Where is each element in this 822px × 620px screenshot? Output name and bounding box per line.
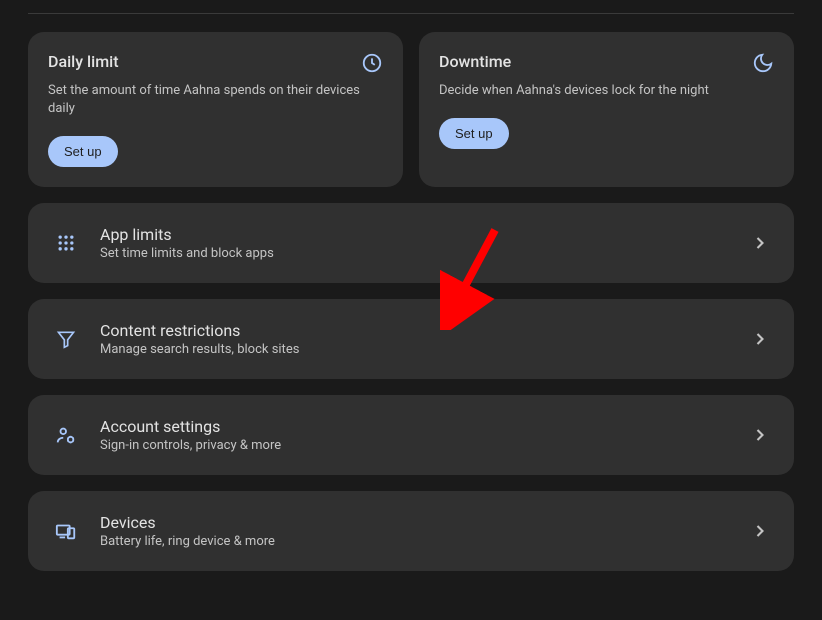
daily-limit-title: Daily limit bbox=[48, 52, 119, 71]
devices-title: Devices bbox=[100, 513, 730, 532]
content-restrictions-desc: Manage search results, block sites bbox=[100, 342, 730, 357]
account-settings-title: Account settings bbox=[100, 417, 730, 436]
app-limits-title: App limits bbox=[100, 225, 730, 244]
account-settings-row[interactable]: Account settings Sign-in controls, priva… bbox=[28, 395, 794, 475]
account-settings-desc: Sign-in controls, privacy & more bbox=[100, 438, 730, 453]
daily-limit-desc: Set the amount of time Aahna spends on t… bbox=[48, 82, 383, 118]
chevron-right-icon bbox=[750, 425, 770, 445]
downtime-title: Downtime bbox=[439, 52, 511, 71]
app-limits-row[interactable]: App limits Set time limits and block app… bbox=[28, 203, 794, 283]
divider bbox=[28, 13, 794, 14]
app-limits-desc: Set time limits and block apps bbox=[100, 246, 730, 261]
chevron-right-icon bbox=[750, 521, 770, 541]
apps-grid-icon bbox=[52, 233, 80, 253]
filter-icon bbox=[52, 329, 80, 349]
devices-desc: Battery life, ring device & more bbox=[100, 534, 730, 549]
downtime-card: Downtime Decide when Aahna's devices loc… bbox=[419, 32, 794, 187]
content-restrictions-title: Content restrictions bbox=[100, 321, 730, 340]
account-gear-icon bbox=[52, 424, 80, 446]
moon-icon bbox=[752, 52, 774, 74]
chevron-right-icon bbox=[750, 233, 770, 253]
downtime-setup-button[interactable]: Set up bbox=[439, 118, 509, 149]
daily-limit-card: Daily limit Set the amount of time Aahna… bbox=[28, 32, 403, 187]
devices-icon bbox=[52, 520, 80, 542]
clock-icon bbox=[361, 52, 383, 74]
downtime-desc: Decide when Aahna's devices lock for the… bbox=[439, 82, 774, 100]
content-restrictions-row[interactable]: Content restrictions Manage search resul… bbox=[28, 299, 794, 379]
devices-row[interactable]: Devices Battery life, ring device & more bbox=[28, 491, 794, 571]
daily-limit-setup-button[interactable]: Set up bbox=[48, 136, 118, 167]
chevron-right-icon bbox=[750, 329, 770, 349]
